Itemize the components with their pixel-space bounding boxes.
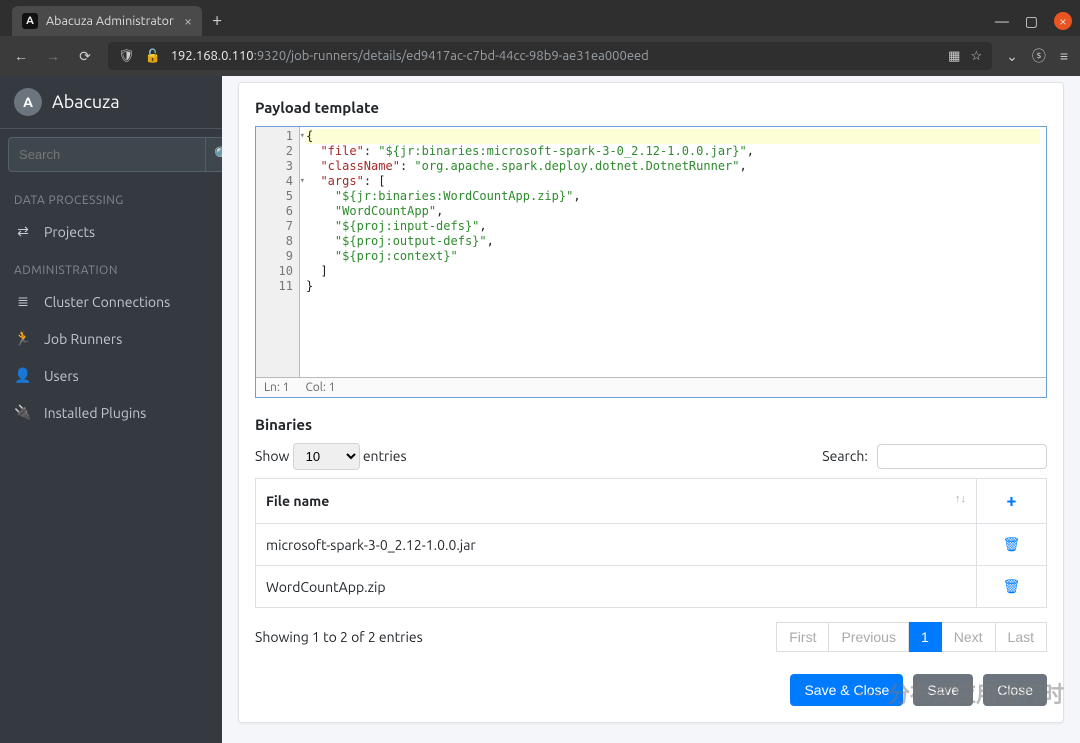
brand-name: Abacuza <box>52 92 120 112</box>
table-row: WordCountApp.zip 🗑 <box>256 566 1047 608</box>
editor-code[interactable]: { "file": "${jr:binaries:microsoft-spark… <box>300 127 1046 377</box>
nav-forward-icon[interactable]: → <box>44 48 62 64</box>
footer-buttons: Save & Close Save Close <box>255 674 1047 706</box>
save-close-button[interactable]: Save & Close <box>790 674 903 706</box>
col-add[interactable]: + <box>977 479 1047 524</box>
window-close-icon[interactable]: × <box>1054 12 1072 30</box>
pocket-icon[interactable]: ⌄ <box>1006 48 1018 65</box>
pager-first[interactable]: First <box>776 622 829 652</box>
pager-page-1[interactable]: 1 <box>909 622 942 652</box>
pager-prev[interactable]: Previous <box>829 622 908 652</box>
user-icon: 👤 <box>14 367 32 384</box>
plug-icon: 🔌 <box>14 404 32 421</box>
file-name-cell: WordCountApp.zip <box>256 566 977 608</box>
datatable-info: Showing 1 to 2 of 2 entries <box>255 629 423 645</box>
stack-icon: ≣ <box>14 293 32 310</box>
runner-icon: 🏃 <box>14 330 32 347</box>
sidebar-heading: DATA PROCESSING <box>0 180 222 213</box>
search-label: Search: <box>822 448 868 464</box>
sidebar-item-label: Cluster Connections <box>44 294 170 310</box>
pager: First Previous 1 Next Last <box>776 622 1047 652</box>
details-panel: Payload template 1234567891011 { "file":… <box>238 82 1064 723</box>
browser-titlebar: A Abacuza Administrator × + — ▢ × <box>0 0 1080 36</box>
editor-col-status: Col: 1 <box>305 381 335 394</box>
show-label-post: entries <box>363 448 407 464</box>
browser-toolbar: ← → ⟳ 🛡 🔓 192.168.0.110:9320/job-runners… <box>0 36 1080 76</box>
payload-template-heading: Payload template <box>255 99 1047 116</box>
file-name-cell: microsoft-spark-3-0_2.12-1.0.0.jar <box>256 524 977 566</box>
main-content: Payload template 1234567891011 { "file":… <box>222 76 1080 743</box>
close-button[interactable]: Close <box>983 674 1047 706</box>
binaries-heading: Binaries <box>255 416 1047 433</box>
account-icon[interactable]: ⓢ <box>1032 46 1046 66</box>
sidebar-item-label: Job Runners <box>44 331 122 347</box>
sidebar-item-installed-plugins[interactable]: 🔌 Installed Plugins <box>0 394 222 431</box>
table-row: microsoft-spark-3-0_2.12-1.0.0.jar 🗑 <box>256 524 1047 566</box>
trash-icon: 🗑 <box>1003 536 1021 552</box>
col-filename[interactable]: File name <box>256 479 977 524</box>
url-host: 192.168.0.110 <box>171 49 254 63</box>
browser-tab[interactable]: A Abacuza Administrator × <box>12 6 202 36</box>
trash-icon: 🗑 <box>1003 578 1021 594</box>
datatable-search-input[interactable] <box>877 444 1047 469</box>
sidebar-item-label: Projects <box>44 224 95 240</box>
sidebar-heading: ADMINISTRATION <box>0 250 222 283</box>
sidebar-item-cluster-connections[interactable]: ≣ Cluster Connections <box>0 283 222 320</box>
menu-icon[interactable]: ≡ <box>1060 48 1068 64</box>
editor-line-status: Ln: 1 <box>264 381 289 394</box>
editor-statusbar: Ln: 1 Col: 1 <box>256 377 1046 397</box>
nav-back-icon[interactable]: ← <box>12 48 30 64</box>
sidebar-item-job-runners[interactable]: 🏃 Job Runners <box>0 320 222 357</box>
plus-icon: + <box>1006 491 1016 511</box>
delete-button[interactable]: 🗑 <box>977 566 1047 608</box>
brand-logo-icon: A <box>14 88 42 116</box>
editor-gutter: 1234567891011 <box>256 127 300 377</box>
datatable-controls: Show 10 entries Search: <box>255 443 1047 470</box>
share-icon: ⇄ <box>14 223 32 240</box>
sidebar-item-label: Installed Plugins <box>44 405 146 421</box>
save-button[interactable]: Save <box>913 674 973 706</box>
tab-title: Abacuza Administrator <box>46 14 176 28</box>
url-bar[interactable]: 🛡 🔓 192.168.0.110:9320/job-runners/detai… <box>108 42 992 70</box>
page-size-select[interactable]: 10 <box>293 443 360 470</box>
lock-insecure-icon[interactable]: 🔓 <box>145 49 161 64</box>
qr-icon[interactable]: ▦ <box>948 49 960 64</box>
window-maximize-icon[interactable]: ▢ <box>1025 13 1038 30</box>
sidebar-item-projects[interactable]: ⇄ Projects <box>0 213 222 250</box>
url-path: :9320/job-runners/details/ed9417ac-c7bd-… <box>254 49 649 63</box>
app-sidebar: A Abacuza 🔍 DATA PROCESSING⇄ProjectsADMI… <box>0 76 222 743</box>
sidebar-item-label: Users <box>44 368 79 384</box>
sidebar-item-users[interactable]: 👤 Users <box>0 357 222 394</box>
binaries-table: File name + microsoft-spark-3-0_2.12-1.0… <box>255 478 1047 608</box>
nav-reload-icon[interactable]: ⟳ <box>76 48 94 65</box>
show-label-pre: Show <box>255 448 289 464</box>
bookmark-star-icon[interactable]: ☆ <box>970 49 982 64</box>
payload-editor[interactable]: 1234567891011 { "file": "${jr:binaries:m… <box>255 126 1047 398</box>
pager-last[interactable]: Last <box>996 622 1047 652</box>
favicon: A <box>22 13 38 29</box>
shield-icon[interactable]: 🛡 <box>118 49 135 64</box>
tab-close-icon[interactable]: × <box>184 14 192 28</box>
brand[interactable]: A Abacuza <box>0 76 222 129</box>
window-minimize-icon[interactable]: — <box>995 13 1009 29</box>
pager-next[interactable]: Next <box>942 622 996 652</box>
sidebar-search-input[interactable] <box>8 137 205 172</box>
delete-button[interactable]: 🗑 <box>977 524 1047 566</box>
new-tab-button[interactable]: + <box>212 10 222 30</box>
